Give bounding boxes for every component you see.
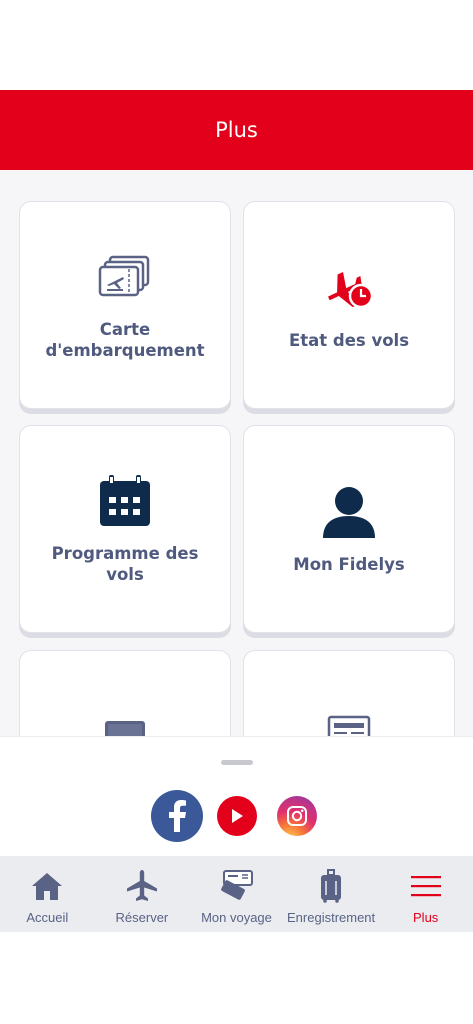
bottom-tab-bar: Accueil Réserver Mon voyage Enregistreme… <box>0 856 473 932</box>
tab-label: Accueil <box>26 910 69 925</box>
flight-status-icon <box>323 260 375 316</box>
facebook-icon[interactable] <box>151 790 203 842</box>
tile-label: Programme des vols <box>51 544 199 584</box>
laptop-icon <box>103 709 147 736</box>
tab-mon-voyage[interactable]: Mon voyage <box>189 856 284 932</box>
status-bar-area <box>0 0 473 90</box>
tile-label: Mon Fidelys <box>293 554 405 574</box>
social-links <box>0 790 473 842</box>
tab-label: Réserver <box>115 910 169 925</box>
tile-flight-status[interactable]: Etat des vols <box>243 201 455 409</box>
tab-plus[interactable]: Plus <box>378 856 473 932</box>
tile-news[interactable] <box>243 650 455 736</box>
tile-mon-fidelys[interactable]: Mon Fidelys <box>243 425 455 633</box>
instagram-icon[interactable] <box>277 796 317 836</box>
tile-label: Carte d'embarquement <box>45 320 205 360</box>
menu-icon <box>410 868 442 904</box>
tab-enregistrement[interactable]: Enregistrement <box>284 856 379 932</box>
boarding-pass-icon <box>98 249 152 305</box>
luggage-icon <box>319 868 343 904</box>
tab-reserver[interactable]: Réserver <box>95 856 190 932</box>
youtube-icon[interactable] <box>217 796 257 836</box>
calendar-icon <box>99 473 151 529</box>
tile-flight-schedule[interactable]: Programme des vols <box>19 425 231 633</box>
newspaper-icon <box>327 709 371 736</box>
tile-label: Etat des vols <box>288 330 410 350</box>
tab-accueil[interactable]: Accueil <box>0 856 95 932</box>
sheet-drag-handle[interactable] <box>221 760 253 765</box>
bottom-safe-area <box>0 932 473 1024</box>
page-header: Plus <box>0 90 473 170</box>
tab-label: Plus <box>413 910 439 925</box>
tab-label: Mon voyage <box>201 910 272 925</box>
tab-label: Enregistrement <box>287 910 376 925</box>
tiles-grid: Carte d'embarquement Etat des vols Progr… <box>0 170 473 736</box>
plane-icon <box>125 868 159 904</box>
social-sheet <box>0 736 473 856</box>
user-icon <box>322 484 376 540</box>
home-icon <box>31 868 63 904</box>
page-title: Plus <box>215 118 258 142</box>
tickets-icon <box>218 868 254 904</box>
tile-boarding-pass[interactable]: Carte d'embarquement <box>19 201 231 409</box>
tile-laptop[interactable] <box>19 650 231 736</box>
